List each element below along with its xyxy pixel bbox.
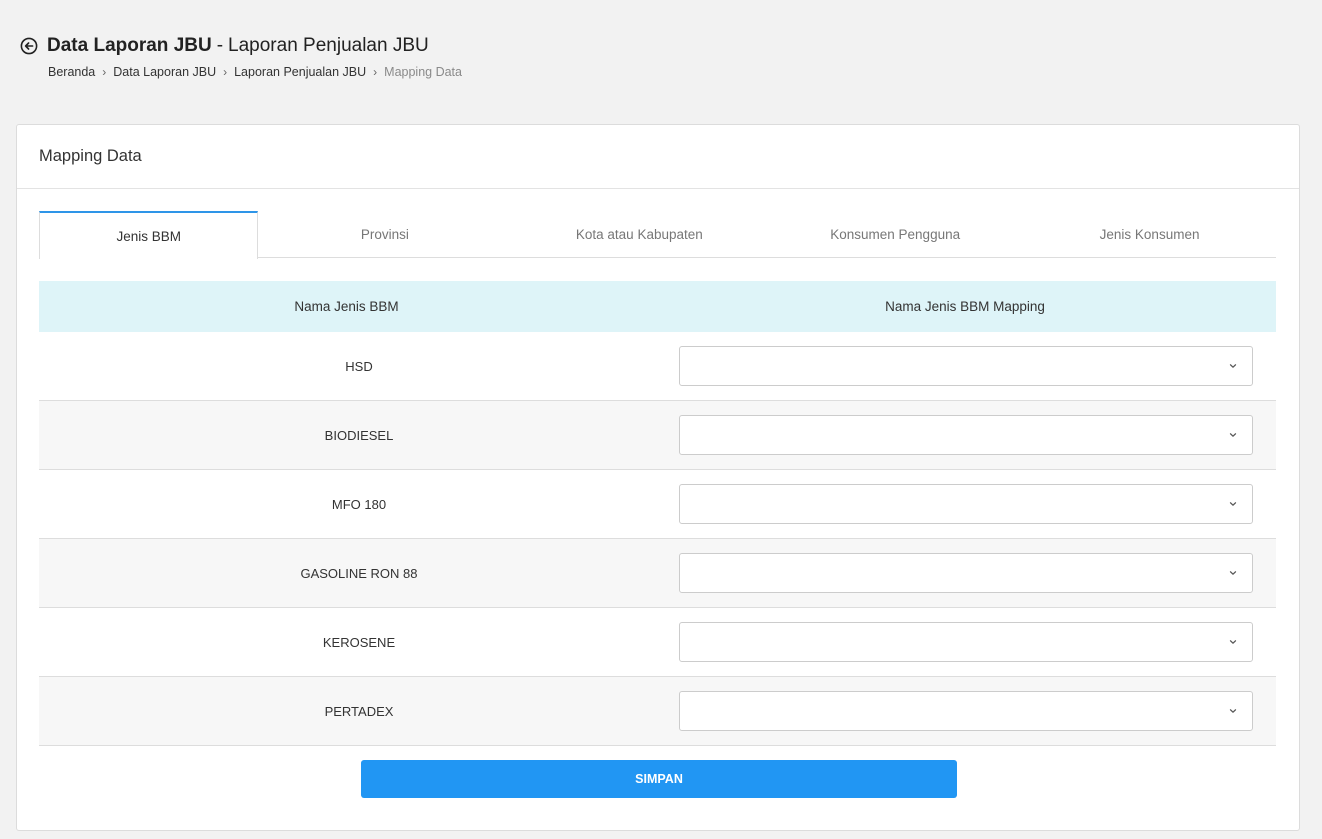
tab-bar: Jenis BBM Provinsi Kota atau Kabupaten K… <box>39 211 1276 259</box>
mapping-data-card: Mapping Data Jenis BBM Provinsi Kota ata… <box>16 124 1300 831</box>
table-row: HSD <box>39 332 1276 401</box>
table-row: BIODIESEL <box>39 401 1276 470</box>
back-arrow-icon[interactable] <box>20 37 38 55</box>
breadcrumb-separator: › <box>223 65 228 79</box>
chevron-down-icon <box>1229 502 1237 506</box>
row-name: MFO 180 <box>331 496 387 512</box>
tab-jenis-bbm[interactable]: Jenis BBM <box>39 211 259 259</box>
mapping-select[interactable] <box>679 415 1253 455</box>
page-title-separator: - <box>216 35 224 56</box>
save-button[interactable]: SIMPAN <box>361 760 957 798</box>
breadcrumb: Beranda › Data Laporan JBU › Laporan Pen… <box>48 65 462 79</box>
row-name: KEROSENE <box>322 634 396 650</box>
breadcrumb-item-laporan-penjualan-jbu[interactable]: Laporan Penjualan JBU <box>234 65 366 79</box>
table-row: PERTADEX <box>39 677 1276 746</box>
page-title-row: Data Laporan JBU - Laporan Penjualan JBU <box>20 34 429 58</box>
breadcrumb-separator: › <box>373 65 378 79</box>
card-title: Mapping Data <box>17 125 1299 189</box>
mapping-select[interactable] <box>679 484 1253 524</box>
row-name: BIODIESEL <box>324 427 394 443</box>
chevron-down-icon <box>1229 709 1237 713</box>
tab-provinsi[interactable]: Provinsi <box>258 211 511 258</box>
page-title: Data Laporan JBU <box>47 35 212 56</box>
table-row: KEROSENE <box>39 608 1276 677</box>
row-name: PERTADEX <box>324 703 394 719</box>
column-header-nama-jenis-bbm-mapping: Nama Jenis BBM Mapping <box>885 299 1045 314</box>
row-name: GASOLINE RON 88 <box>300 565 418 581</box>
tab-konsumen-pengguna[interactable]: Konsumen Pengguna <box>767 211 1023 258</box>
chevron-down-icon <box>1229 571 1237 575</box>
breadcrumb-separator: › <box>102 65 107 79</box>
table-header: Nama Jenis BBM Nama Jenis BBM Mapping <box>39 281 1276 332</box>
tab-kota-atau-kabupaten[interactable]: Kota atau Kabupaten <box>511 211 767 258</box>
table-row: GASOLINE RON 88 <box>39 539 1276 608</box>
mapping-select[interactable] <box>679 346 1253 386</box>
mapping-select[interactable] <box>679 622 1253 662</box>
page-header: Data Laporan JBU - Laporan Penjualan JBU… <box>0 0 1322 124</box>
table-row: MFO 180 <box>39 470 1276 539</box>
mapping-table: Nama Jenis BBM Nama Jenis BBM Mapping HS… <box>39 281 1276 746</box>
breadcrumb-item-data-laporan-jbu[interactable]: Data Laporan JBU <box>113 65 216 79</box>
page-subtitle: Laporan Penjualan JBU <box>228 35 429 56</box>
mapping-select[interactable] <box>679 553 1253 593</box>
breadcrumb-item-mapping-data: Mapping Data <box>384 65 462 79</box>
row-name: HSD <box>345 358 373 374</box>
tab-jenis-konsumen[interactable]: Jenis Konsumen <box>1023 211 1276 258</box>
mapping-select[interactable] <box>679 691 1253 731</box>
chevron-down-icon <box>1229 433 1237 437</box>
chevron-down-icon <box>1229 640 1237 644</box>
column-header-nama-jenis-bbm: Nama Jenis BBM <box>294 299 399 314</box>
chevron-down-icon <box>1229 364 1237 368</box>
breadcrumb-item-beranda[interactable]: Beranda <box>48 65 95 79</box>
